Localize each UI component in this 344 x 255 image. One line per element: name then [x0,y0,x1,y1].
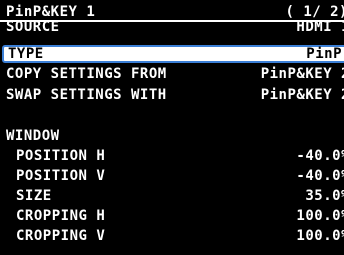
menu-item-label: SWAP SETTINGS WITH [6,87,167,103]
menu-title: PinP&KEY 1 [6,4,96,20]
page-indicator: ( 1/ 2) [285,4,344,20]
menu-item-label: COPY SETTINGS FROM [6,66,167,82]
menu-item-value: 100.0% [296,208,344,224]
menu-item-label: CROPPING V [16,228,106,244]
menu-item-label: POSITION H [16,148,106,164]
menu-item-label: SIZE [16,188,52,204]
menu-item-cropping-v[interactable]: CROPPING V 100.0% [0,228,344,244]
menu-item-label: CROPPING H [16,208,106,224]
section-heading-window: WINDOW [0,128,344,144]
menu-item-value: PinP [306,46,342,62]
menu-item-value: 35.0% [305,188,344,204]
menu-item-value: 100.0% [296,228,344,244]
menu-item-position-h[interactable]: POSITION H -40.0% [0,148,344,164]
menu-item-cropping-h[interactable]: CROPPING H 100.0% [0,208,344,224]
section-heading-label: WINDOW [6,128,60,144]
menu-item-source[interactable]: SOURCE HDMI 1 [0,19,344,39]
menu-item-type-selected[interactable]: TYPE PinP [2,45,344,63]
menu-item-swap-settings[interactable]: SWAP SETTINGS WITH PinP&KEY 2 [0,87,344,103]
menu-item-value: -40.0% [296,168,344,184]
menu-item-value: PinP&KEY 2 [260,66,344,82]
menu-item-value: -40.0% [296,148,344,164]
menu-item-value: HDMI 1 [296,19,344,35]
menu-item-size[interactable]: SIZE 35.0% [0,188,344,204]
menu-item-label: SOURCE [6,19,60,35]
menu-item-copy-settings[interactable]: COPY SETTINGS FROM PinP&KEY 2 [0,66,344,82]
menu-screen: PinP&KEY 1 ( 1/ 2) SOURCE HDMI 1 TYPE Pi… [0,0,344,255]
menu-item-label: TYPE [8,46,44,62]
menu-item-value: PinP&KEY 2 [260,87,344,103]
menu-item-label: POSITION V [16,168,106,184]
menu-item-position-v[interactable]: POSITION V -40.0% [0,168,344,184]
